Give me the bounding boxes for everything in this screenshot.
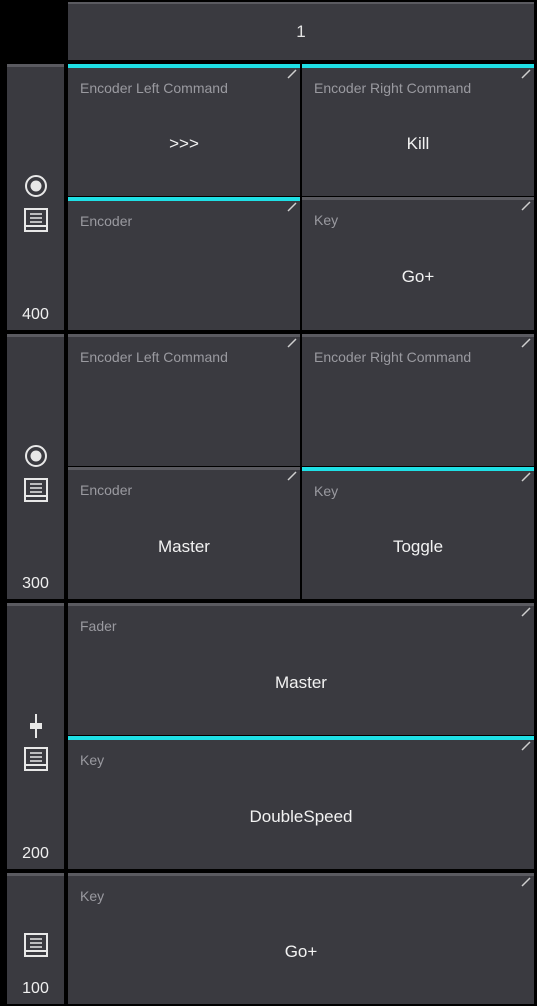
page-header[interactable]: 1 xyxy=(68,2,534,60)
cell-value: Go+ xyxy=(401,267,435,286)
encoder-cell[interactable]: Encoder Master xyxy=(68,467,300,599)
resize-corner-icon[interactable] xyxy=(287,69,297,79)
cell-value: DoubleSpeed xyxy=(249,806,353,826)
executor-number: 400 xyxy=(22,306,49,323)
resize-corner-icon[interactable] xyxy=(287,338,297,348)
page-number: 1 xyxy=(296,22,306,41)
resize-corner-icon[interactable] xyxy=(521,472,531,482)
executor-side-400[interactable]: 400 xyxy=(7,64,64,330)
cell-label: Encoder xyxy=(80,213,133,229)
resize-corner-icon[interactable] xyxy=(521,877,531,887)
resize-corner-icon[interactable] xyxy=(521,741,531,751)
encoder-cell[interactable]: Encoder xyxy=(68,197,300,330)
cell-label: Encoder Left Command xyxy=(80,80,228,96)
cell-label: Key xyxy=(80,752,105,768)
radio-target-icon xyxy=(25,445,47,467)
cell-label: Fader xyxy=(80,618,117,634)
executor-panel-icon xyxy=(24,933,48,957)
encoder-right-command-cell[interactable]: Encoder Right Command xyxy=(302,334,534,466)
key-cell[interactable]: Key Go+ xyxy=(68,873,534,1004)
cell-label: Key xyxy=(314,483,339,499)
cell-label: Encoder Right Command xyxy=(314,80,472,96)
resize-corner-icon[interactable] xyxy=(287,471,297,481)
encoder-left-command-cell[interactable]: Encoder Left Command >>> xyxy=(68,64,300,196)
executor-panel-icon xyxy=(24,208,48,232)
cell-value: Master xyxy=(158,536,210,556)
encoder-right-command-cell[interactable]: Encoder Right Command Kill xyxy=(302,64,534,196)
key-cell[interactable]: Key Go+ xyxy=(302,197,534,330)
executor-panel-icon xyxy=(24,478,48,502)
executor-side-300[interactable]: 300 xyxy=(7,334,64,599)
executor-number: 300 xyxy=(22,575,49,592)
radio-target-icon xyxy=(25,175,47,197)
executor-panel-icon xyxy=(24,747,48,771)
cell-value: Go+ xyxy=(284,942,318,961)
resize-corner-icon[interactable] xyxy=(521,607,531,617)
executor-side-100[interactable]: 100 xyxy=(7,873,64,1004)
cell-label: Key xyxy=(314,212,339,228)
cell-value: Toggle xyxy=(392,537,444,556)
key-cell[interactable]: Key DoubleSpeed xyxy=(68,736,534,869)
cell-value: >>> xyxy=(169,134,199,153)
resize-corner-icon[interactable] xyxy=(287,202,297,212)
encoder-left-command-cell[interactable]: Encoder Left Command xyxy=(68,334,300,466)
cell-value: Master xyxy=(275,672,327,692)
cell-label: Encoder Left Command xyxy=(80,349,228,365)
cell-label: Encoder Right Command xyxy=(314,349,472,365)
executor-number: 100 xyxy=(22,980,49,997)
cell-label: Encoder xyxy=(80,482,133,498)
cell-label: Key xyxy=(80,888,105,904)
executor-side-200[interactable]: 200 xyxy=(7,603,64,869)
key-cell[interactable]: Key Toggle xyxy=(302,467,534,599)
resize-corner-icon[interactable] xyxy=(521,69,531,79)
fader-cell[interactable]: Fader Master xyxy=(68,603,534,735)
resize-corner-icon[interactable] xyxy=(521,338,531,348)
fader-icon xyxy=(30,714,42,738)
cell-value: Kill xyxy=(406,134,430,153)
resize-corner-icon[interactable] xyxy=(521,201,531,211)
executor-number: 200 xyxy=(22,845,49,862)
